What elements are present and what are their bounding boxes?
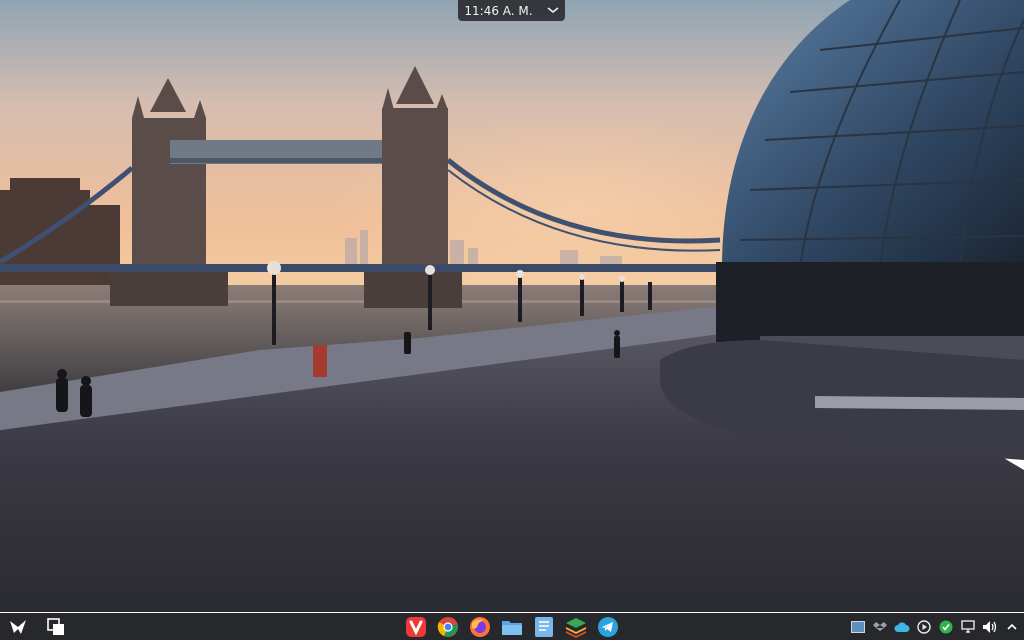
launcher-icon[interactable] — [6, 615, 30, 639]
text-editor-icon[interactable] — [532, 615, 556, 639]
chrome-browser-icon[interactable] — [436, 615, 460, 639]
layers-app-icon[interactable] — [564, 615, 588, 639]
system-tray — [850, 613, 1020, 640]
media-player-tray-icon[interactable] — [916, 618, 932, 636]
dropbox-tray-icon[interactable] — [872, 618, 888, 636]
update-ok-tray-icon[interactable] — [938, 618, 954, 636]
tray-expand-icon[interactable] — [1004, 618, 1020, 636]
vivaldi-browser-icon[interactable] — [404, 615, 428, 639]
chevron-down-icon[interactable] — [547, 6, 559, 17]
show-desktop-icon[interactable] — [44, 615, 68, 639]
clock-time: 11:46 A. M. — [464, 3, 533, 18]
taskbar-apps — [404, 613, 620, 640]
display-tray-icon[interactable] — [960, 618, 976, 636]
taskbar — [0, 613, 1024, 640]
top-clock[interactable]: 11:46 A. M. — [458, 0, 565, 21]
volume-tray-icon[interactable] — [982, 618, 998, 636]
firefox-browser-icon[interactable] — [468, 615, 492, 639]
file-manager-icon[interactable] — [500, 615, 524, 639]
taskbar-left — [6, 613, 68, 640]
cloud-tray-icon[interactable] — [894, 618, 910, 636]
telegram-icon[interactable] — [596, 615, 620, 639]
desktop-wallpaper — [0, 0, 1024, 612]
screenshot-tray-icon[interactable] — [850, 618, 866, 636]
